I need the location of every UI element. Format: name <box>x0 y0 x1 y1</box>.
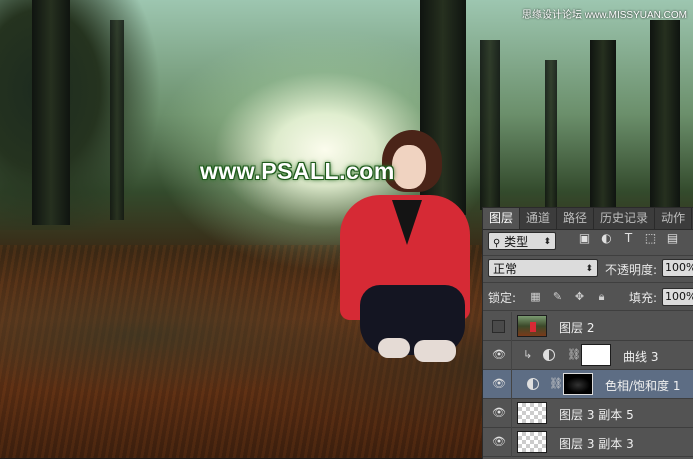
layer-row[interactable]: 👁︎ 图层 3 副本 5 <box>483 399 693 428</box>
watermark-text: www.PSALL.com <box>200 158 395 184</box>
adjustment-layer-icon <box>527 378 539 390</box>
clipping-arrow-icon: ↳ <box>523 348 533 361</box>
text-filter-icon[interactable]: T <box>622 232 635 245</box>
layer-filter-select[interactable]: ⚲ 类型 ⬍ <box>488 232 556 250</box>
tree-trunk <box>590 40 616 210</box>
visibility-toggle[interactable] <box>492 320 505 333</box>
tab-layers[interactable]: 图层 <box>483 208 521 229</box>
woman-face <box>392 145 426 189</box>
divider <box>511 370 512 399</box>
fill-input[interactable]: 100% <box>662 288 693 306</box>
eye-icon[interactable]: 👁︎ <box>492 435 506 449</box>
layer-name: 曲线 3 <box>623 350 659 364</box>
layers-panel: 图层 通道 路径 历史记录 动作 ⚲ 类型 ⬍ ▣ ◐ T ⬚ ▤ 正常 ⬍ 不… <box>482 207 693 459</box>
layer-row[interactable]: 👁︎ 图层 3 副本 3 <box>483 428 693 457</box>
layer-thumbnail <box>517 315 547 337</box>
adjustment-layer-icon <box>543 349 555 361</box>
woman-shoe <box>414 340 456 362</box>
tree-trunk <box>32 0 70 225</box>
adjustment-filter-icon[interactable]: ◐ <box>600 232 613 245</box>
tree-trunk <box>545 60 557 210</box>
layer-name: 图层 3 副本 5 <box>559 408 634 422</box>
layer-row[interactable]: 图层 2 <box>483 312 693 341</box>
layer-name: 图层 2 <box>559 321 595 335</box>
shape-filter-icon[interactable]: ⬚ <box>644 232 657 245</box>
tab-actions[interactable]: 动作 <box>655 208 693 229</box>
chevron-updown-icon: ⬍ <box>543 237 551 247</box>
panel-tabs: 图层 通道 路径 历史记录 动作 <box>483 208 693 230</box>
blend-mode-select[interactable]: 正常 ⬍ <box>488 259 598 277</box>
site-credit: 思缘设计论坛 www.MISSYUAN.COM <box>521 10 687 21</box>
smart-object-filter-icon[interactable]: ▤ <box>666 232 679 245</box>
lock-label: 锁定: <box>488 291 517 305</box>
eye-icon[interactable]: 👁︎ <box>492 406 506 420</box>
fill-label: 填充: <box>629 291 658 305</box>
blend-mode-value: 正常 <box>493 262 518 276</box>
divider <box>483 310 693 311</box>
eye-icon[interactable]: 👁︎ <box>492 377 506 391</box>
tab-channels[interactable]: 通道 <box>520 208 558 229</box>
layer-name: 图层 3 副本 3 <box>559 437 634 451</box>
layer-filter-value: 类型 <box>504 235 529 249</box>
opacity-input[interactable]: 100% <box>662 259 693 277</box>
search-icon: ⚲ <box>493 238 501 249</box>
layer-mask-thumbnail <box>563 373 593 395</box>
lock-pixels-icon[interactable]: ✎ <box>551 290 564 303</box>
woman-shoe <box>378 338 410 358</box>
foliage-left <box>0 0 200 230</box>
tree-trunk <box>110 20 124 220</box>
divider <box>483 255 693 256</box>
divider <box>511 312 512 341</box>
tab-history[interactable]: 历史记录 <box>594 208 656 229</box>
layer-thumbnail <box>517 402 547 424</box>
link-icon: ⛓ <box>549 377 563 390</box>
layer-thumbnail <box>517 431 547 453</box>
tree-trunk <box>650 20 680 210</box>
divider <box>511 428 512 457</box>
lock-all-icon[interactable]: 🔒︎ <box>595 290 608 303</box>
eye-icon[interactable]: 👁︎ <box>492 348 506 362</box>
image-filter-icon[interactable]: ▣ <box>578 232 591 245</box>
tab-paths[interactable]: 路径 <box>557 208 595 229</box>
lock-icons: ▦ ✎ ✥ 🔒︎ <box>529 290 608 303</box>
link-icon: ⛓ <box>567 348 581 361</box>
divider <box>511 341 512 370</box>
divider <box>511 399 512 428</box>
divider <box>483 282 693 283</box>
layer-mask-thumbnail <box>581 344 611 366</box>
layer-row-selected[interactable]: 👁︎ ⛓ 色相/饱和度 1 <box>483 370 693 399</box>
lock-transparency-icon[interactable]: ▦ <box>529 290 542 303</box>
tree-trunk <box>480 40 500 210</box>
layer-name: 色相/饱和度 1 <box>605 379 681 393</box>
lock-position-icon[interactable]: ✥ <box>573 290 586 303</box>
chevron-updown-icon: ⬍ <box>585 264 593 274</box>
filter-icons: ▣ ◐ T ⬚ ▤ <box>578 232 679 245</box>
layer-row[interactable]: 👁︎ ↳ ⛓ 曲线 3 <box>483 341 693 370</box>
opacity-label: 不透明度: <box>605 263 658 277</box>
